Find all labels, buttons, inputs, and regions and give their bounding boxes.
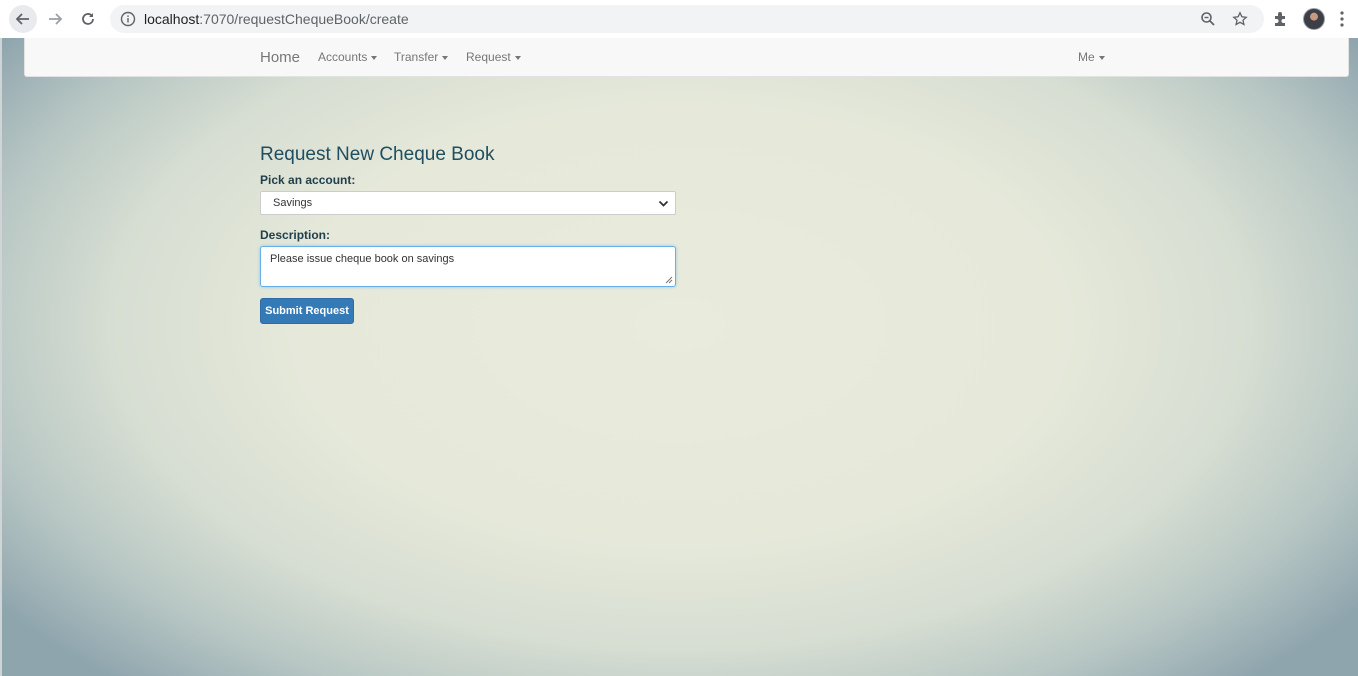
account-select[interactable]: Savings xyxy=(260,191,676,215)
reload-icon xyxy=(82,13,94,25)
nav-accounts-label: Accounts xyxy=(318,50,368,64)
nav-accounts-dropdown[interactable]: Accounts xyxy=(318,50,378,64)
caret-down-icon xyxy=(442,55,449,60)
nav-me-dropdown[interactable]: Me xyxy=(1078,50,1105,64)
nav-home-link[interactable]: Home xyxy=(260,49,300,66)
nav-request-dropdown[interactable]: Request xyxy=(466,50,521,64)
zoom-icon[interactable] xyxy=(1200,11,1216,27)
account-label: Pick an account: xyxy=(260,173,356,187)
submit-request-button[interactable]: Submit Request xyxy=(260,298,354,324)
nav-transfer-label: Transfer xyxy=(394,50,439,64)
url-text[interactable]: localhost:7070/requestChequeBook/create xyxy=(144,11,409,27)
menu-kebab-icon[interactable] xyxy=(1340,11,1344,27)
account-select-value: Savings xyxy=(273,197,313,209)
profile-avatar[interactable] xyxy=(1303,8,1325,30)
address-bar[interactable]: localhost:7070/requestChequeBook/create xyxy=(110,5,1264,33)
star-icon[interactable] xyxy=(1232,11,1248,27)
caret-down-icon xyxy=(1098,55,1105,60)
reload-button[interactable] xyxy=(74,5,102,33)
caret-down-icon xyxy=(514,55,521,60)
url-path: :7070/requestChequeBook/create xyxy=(199,11,409,27)
chevron-down-icon xyxy=(658,200,669,207)
description-label: Description: xyxy=(260,228,331,242)
page-title: Request New Cheque Book xyxy=(260,144,495,165)
forward-button[interactable] xyxy=(41,5,69,33)
forward-icon xyxy=(49,13,63,25)
info-icon[interactable] xyxy=(120,11,136,27)
description-textarea[interactable]: Please issue cheque book on savings xyxy=(260,246,676,287)
url-host: localhost xyxy=(144,11,200,27)
nav-me-label: Me xyxy=(1078,50,1095,64)
resize-handle-icon[interactable] xyxy=(665,276,673,284)
nav-transfer-dropdown[interactable]: Transfer xyxy=(394,50,449,64)
browser-toolbar: localhost:7070/requestChequeBook/create xyxy=(0,0,1358,38)
page-viewport: Home Accounts Transfer Request Me Reques… xyxy=(0,38,1358,676)
caret-down-icon xyxy=(371,55,378,60)
top-navbar: Home Accounts Transfer Request Me xyxy=(24,38,1349,77)
back-icon xyxy=(15,13,29,25)
description-text: Please issue cheque book on savings xyxy=(270,253,455,265)
nav-request-label: Request xyxy=(466,50,511,64)
extensions-icon[interactable] xyxy=(1272,10,1290,28)
back-button[interactable] xyxy=(9,5,37,33)
